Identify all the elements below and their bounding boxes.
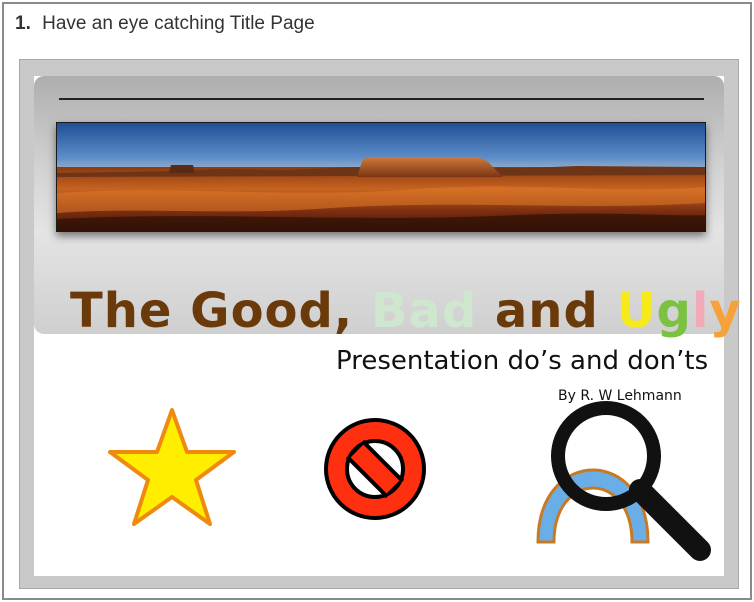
step-text: Have an eye catching Title Page <box>42 13 315 34</box>
slide-frame: The Good, Bad and Ugly Presentation do’s… <box>19 59 741 589</box>
title-segment: and <box>477 283 617 339</box>
title-segment: U <box>616 283 657 339</box>
desert-photo <box>56 122 706 232</box>
title-segment: Bad <box>370 283 478 339</box>
star-icon <box>108 408 236 526</box>
slide-subtitle: Presentation do’s and don’ts <box>336 346 709 376</box>
no-symbol-icon <box>324 418 426 520</box>
title-segment: g <box>656 283 692 339</box>
slide-title: The Good, Bad and Ugly <box>70 283 742 339</box>
step-heading: 1. Have an eye catching Title Page <box>15 13 315 35</box>
slide-thumbnail: The Good, Bad and Ugly Presentation do’s… <box>34 76 741 576</box>
magnifying-glass-icon <box>551 401 711 561</box>
step-number: 1. <box>15 13 31 34</box>
title-segment: y <box>709 283 742 339</box>
title-segment: The Good, <box>70 283 371 339</box>
title-segment: l <box>691 283 710 339</box>
content-panel: 1. Have an eye catching Title Page The G… <box>2 2 752 600</box>
banner-rule <box>59 98 704 100</box>
